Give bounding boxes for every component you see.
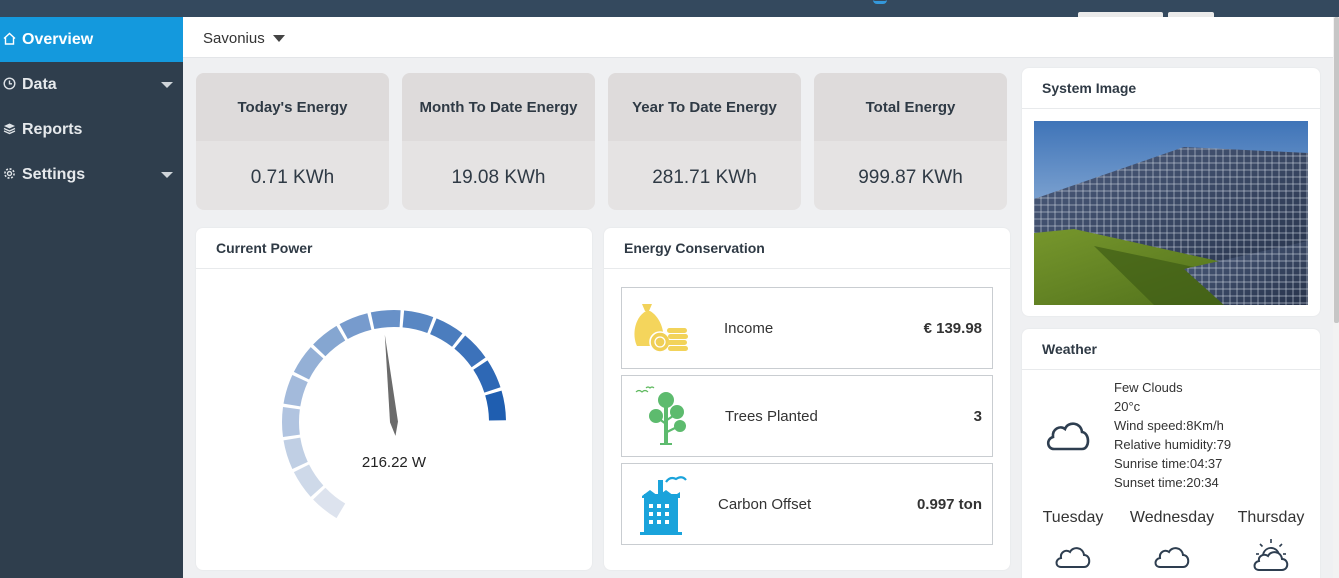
weather-humidity: Relative humidity:79	[1114, 437, 1232, 452]
solar-panel-photo	[1034, 121, 1308, 305]
income-value: € 139.98	[923, 319, 982, 337]
gauge-segment	[313, 325, 346, 357]
gauge-segment	[313, 487, 346, 519]
carbon-value: 0.997 ton	[916, 495, 982, 513]
stat-value: 281.71 KWh	[652, 166, 757, 188]
gauge-segment	[430, 318, 463, 347]
carbon-label: Carbon Offset	[718, 495, 812, 513]
chevron-down-icon	[161, 172, 173, 178]
stat-label: Total Energy	[814, 73, 1007, 141]
layers-icon	[0, 122, 22, 138]
weather-condition: Few Clouds	[1114, 380, 1183, 395]
stat-card-year: Year To Date Energy 281.71 KWh	[608, 73, 801, 210]
stat-value: 19.08 KWh	[451, 166, 546, 188]
gauge-segment	[339, 313, 372, 339]
scrollbar-thumb[interactable]	[1334, 17, 1339, 323]
trees-value: 3	[973, 407, 982, 425]
money-bag-icon	[622, 288, 712, 368]
weather-card: Weather Few Clouds 20°c Wind speed:8Km/h…	[1022, 329, 1320, 578]
card-title: Energy Conservation	[604, 228, 1010, 269]
gauge-segment	[293, 347, 324, 380]
forecast-day: Tuesday	[1042, 509, 1104, 526]
factory-icon	[622, 464, 712, 544]
trees-icon	[622, 376, 712, 456]
gauge-segment	[454, 335, 486, 368]
trees-label: Trees Planted	[725, 407, 818, 425]
partly-sunny-icon	[1253, 539, 1289, 571]
sidebar-item-label: Reports	[22, 120, 83, 138]
stat-label: Year To Date Energy	[608, 73, 801, 141]
page-scrollbar[interactable]	[1333, 17, 1339, 578]
stat-value: 999.87 KWh	[858, 166, 963, 188]
caret-down-icon	[272, 35, 285, 42]
chevron-down-icon	[161, 82, 173, 88]
gear-icon	[0, 167, 22, 183]
stat-label: Month To Date Energy	[402, 73, 595, 141]
card-title: Current Power	[196, 228, 592, 269]
loading-indicator	[873, 0, 887, 4]
stat-label: Today's Energy	[196, 73, 389, 141]
system-image-card: System Image	[1022, 68, 1320, 316]
sidebar: Overview Data Reports Settings	[0, 17, 183, 578]
carbon-row: Carbon Offset 0.997 ton	[621, 463, 993, 545]
power-value: 216.22 W	[361, 454, 427, 471]
gauge-segment	[282, 407, 300, 437]
energy-conservation-card: Energy Conservation Income € 139.98 Tree…	[604, 228, 1010, 570]
sidebar-item-settings[interactable]: Settings	[0, 152, 183, 197]
sidebar-item-overview[interactable]: Overview	[0, 17, 183, 62]
site-selector-bar: Savonius	[183, 17, 1333, 58]
weather-sunset: Sunset time:20:34	[1114, 475, 1219, 490]
trees-row: Trees Planted 3	[621, 375, 993, 457]
weather-temperature: 20°c	[1114, 399, 1141, 414]
site-dropdown[interactable]: Savonius	[203, 30, 285, 47]
forecast-day: Thursday	[1237, 509, 1305, 526]
sidebar-item-label: Overview	[22, 30, 94, 48]
gauge-segment	[485, 390, 506, 421]
cloud-icon	[1055, 547, 1091, 568]
gauge-segment	[283, 374, 308, 407]
gauge-needle	[384, 334, 398, 436]
stat-value: 0.71 KWh	[250, 166, 335, 188]
sidebar-item-data[interactable]: Data	[0, 62, 183, 107]
sidebar-item-label: Settings	[22, 165, 86, 183]
stat-card-total: Total Energy 999.87 KWh	[814, 73, 1007, 210]
weather-sunrise: Sunrise time:04:37	[1114, 456, 1223, 471]
home-icon	[0, 32, 22, 48]
income-label: Income	[724, 319, 774, 337]
current-power-card: Current Power 216.22 W	[196, 228, 592, 570]
income-row: Income € 139.98	[621, 287, 993, 369]
sidebar-item-reports[interactable]: Reports	[0, 107, 183, 152]
power-gauge	[282, 310, 506, 519]
card-title: Weather	[1022, 329, 1320, 370]
cloud-icon	[1046, 422, 1090, 451]
forecast-day: Wednesday	[1129, 509, 1215, 526]
weather-wind: Wind speed:8Km/h	[1114, 418, 1224, 433]
stat-card-month: Month To Date Energy 19.08 KWh	[402, 73, 595, 210]
gauge-segment	[370, 310, 401, 330]
stat-card-today: Today's Energy 0.71 KWh	[196, 73, 389, 210]
sidebar-item-label: Data	[22, 75, 57, 93]
cloud-icon	[1154, 547, 1190, 568]
gauge-segment	[473, 360, 501, 393]
top-bar	[0, 0, 1339, 17]
clock-icon	[0, 76, 22, 93]
card-title: System Image	[1022, 68, 1320, 109]
site-dropdown-value: Savonius	[203, 30, 265, 47]
gauge-segment	[402, 310, 434, 334]
